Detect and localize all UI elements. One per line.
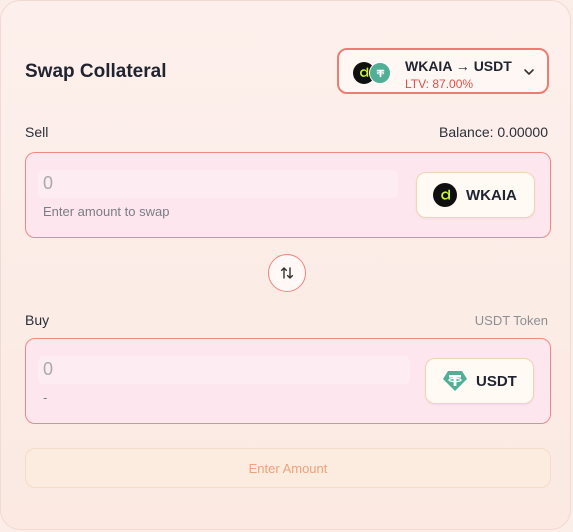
buy-amount-field [38, 356, 410, 384]
sell-token-label: WKAIA [466, 186, 517, 204]
tether-logo-icon [369, 62, 391, 84]
buy-token-label: USDT [476, 372, 517, 390]
tether-logo-icon [442, 369, 468, 393]
pair-icons [353, 62, 393, 84]
sell-label: Sell [25, 124, 49, 140]
ltv-value: LTV: 87.00% [405, 77, 474, 91]
page-title: Swap Collateral [25, 61, 167, 82]
sell-amount-field[interactable] [38, 170, 398, 198]
swap-direction-button[interactable] [268, 254, 306, 292]
sell-amount-hint: Enter amount to swap [43, 204, 170, 219]
buy-panel: 0 - USDT [25, 338, 551, 424]
swap-collateral-card: Swap Collateral WKAIA → USDT LTV: 87.00%… [0, 0, 571, 530]
balance-text: Balance: 0.00000 [439, 124, 548, 140]
chevron-down-icon [524, 69, 534, 75]
buy-label: Buy [25, 312, 50, 328]
sell-amount-input[interactable]: 0 [43, 173, 53, 194]
buy-token-button[interactable]: USDT [425, 358, 534, 404]
buy-amount-hint: - [43, 390, 48, 405]
swap-arrows-icon [280, 267, 294, 279]
collateral-pair-select[interactable]: WKAIA → USDT LTV: 87.00% [337, 48, 549, 94]
buy-amount-value: 0 [43, 359, 54, 379]
pair-label: WKAIA → USDT [405, 58, 512, 74]
kaia-logo-icon [433, 183, 457, 207]
enter-amount-button[interactable]: Enter Amount [25, 448, 551, 488]
sell-panel: 0 Enter amount to swap WKAIA [25, 152, 551, 238]
sell-token-button[interactable]: WKAIA [416, 172, 535, 218]
buy-token-caption: USDT Token [474, 313, 548, 328]
